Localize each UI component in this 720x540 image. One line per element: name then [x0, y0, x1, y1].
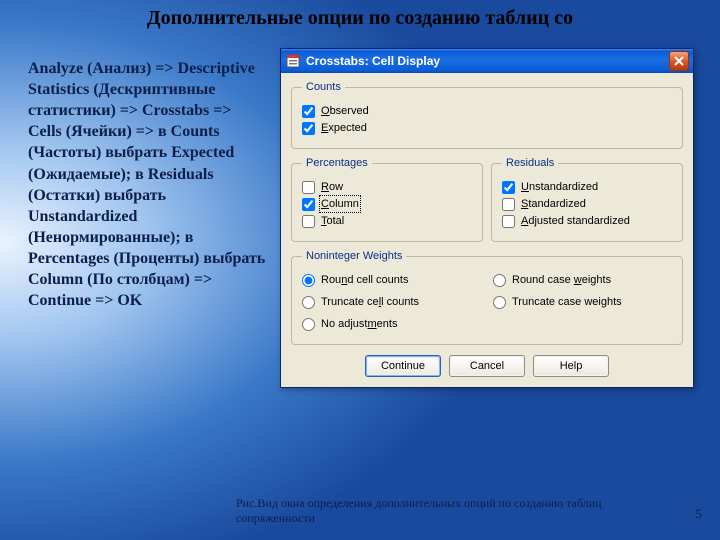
expected-option[interactable]: Expected	[302, 121, 672, 135]
standardized-checkbox[interactable]	[502, 198, 515, 211]
page-number: 5	[696, 506, 703, 522]
no-adjustments-radio[interactable]	[302, 318, 315, 331]
truncate-cell-radio[interactable]	[302, 296, 315, 309]
button-bar: Continue Cancel Help	[291, 353, 683, 377]
total-checkbox[interactable]	[302, 215, 315, 228]
residuals-group: Residuals Unstandardized Standardized Ad…	[491, 157, 683, 242]
truncate-cell-option[interactable]: Truncate cell counts	[302, 295, 481, 309]
dialog-title: Crosstabs: Cell Display	[306, 54, 669, 68]
percentages-group: Percentages Row Column Total	[291, 157, 483, 242]
no-adjustments-option[interactable]: No adjustments	[302, 317, 481, 331]
column-checkbox[interactable]	[302, 198, 315, 211]
expected-checkbox[interactable]	[302, 122, 315, 135]
adjusted-option[interactable]: Adjusted standardized	[502, 214, 672, 228]
percentages-legend: Percentages	[302, 157, 372, 169]
crosstabs-dialog: Crosstabs: Cell Display Counts Observed …	[280, 48, 694, 388]
observed-checkbox[interactable]	[302, 105, 315, 118]
unstandardized-checkbox[interactable]	[502, 181, 515, 194]
standardized-option[interactable]: Standardized	[502, 197, 672, 211]
row-checkbox[interactable]	[302, 181, 315, 194]
help-button[interactable]: Help	[533, 355, 609, 377]
titlebar[interactable]: Crosstabs: Cell Display	[281, 49, 693, 73]
instructions-text: Analyze (Анализ) => Descriptive Statisti…	[28, 58, 268, 311]
row-option[interactable]: Row	[302, 180, 472, 194]
dialog-body: Counts Observed Expected Percentages Row…	[281, 73, 693, 387]
continue-button[interactable]: Continue	[365, 355, 441, 377]
close-button[interactable]	[669, 51, 689, 71]
round-case-radio[interactable]	[493, 274, 506, 287]
round-cell-option[interactable]: Round cell counts	[302, 273, 481, 287]
slide-title: Дополнительные опции по созданию таблиц …	[0, 6, 720, 30]
counts-group: Counts Observed Expected	[291, 81, 683, 149]
round-cell-radio[interactable]	[302, 274, 315, 287]
truncate-case-option[interactable]: Truncate case weights	[493, 295, 672, 309]
observed-option[interactable]: Observed	[302, 104, 672, 118]
counts-legend: Counts	[302, 81, 345, 93]
app-icon	[285, 53, 301, 69]
weights-legend: Noninteger Weights	[302, 250, 406, 262]
adjusted-checkbox[interactable]	[502, 215, 515, 228]
cancel-button[interactable]: Cancel	[449, 355, 525, 377]
weights-group: Noninteger Weights Round cell counts Rou…	[291, 250, 683, 345]
residuals-legend: Residuals	[502, 157, 558, 169]
figure-caption: Рис.Вид окна определения дополнительных …	[236, 496, 656, 526]
round-case-option[interactable]: Round case weights	[493, 273, 672, 287]
column-option[interactable]: Column	[302, 197, 472, 211]
truncate-case-radio[interactable]	[493, 296, 506, 309]
unstandardized-option[interactable]: Unstandardized	[502, 180, 672, 194]
total-option[interactable]: Total	[302, 214, 472, 228]
